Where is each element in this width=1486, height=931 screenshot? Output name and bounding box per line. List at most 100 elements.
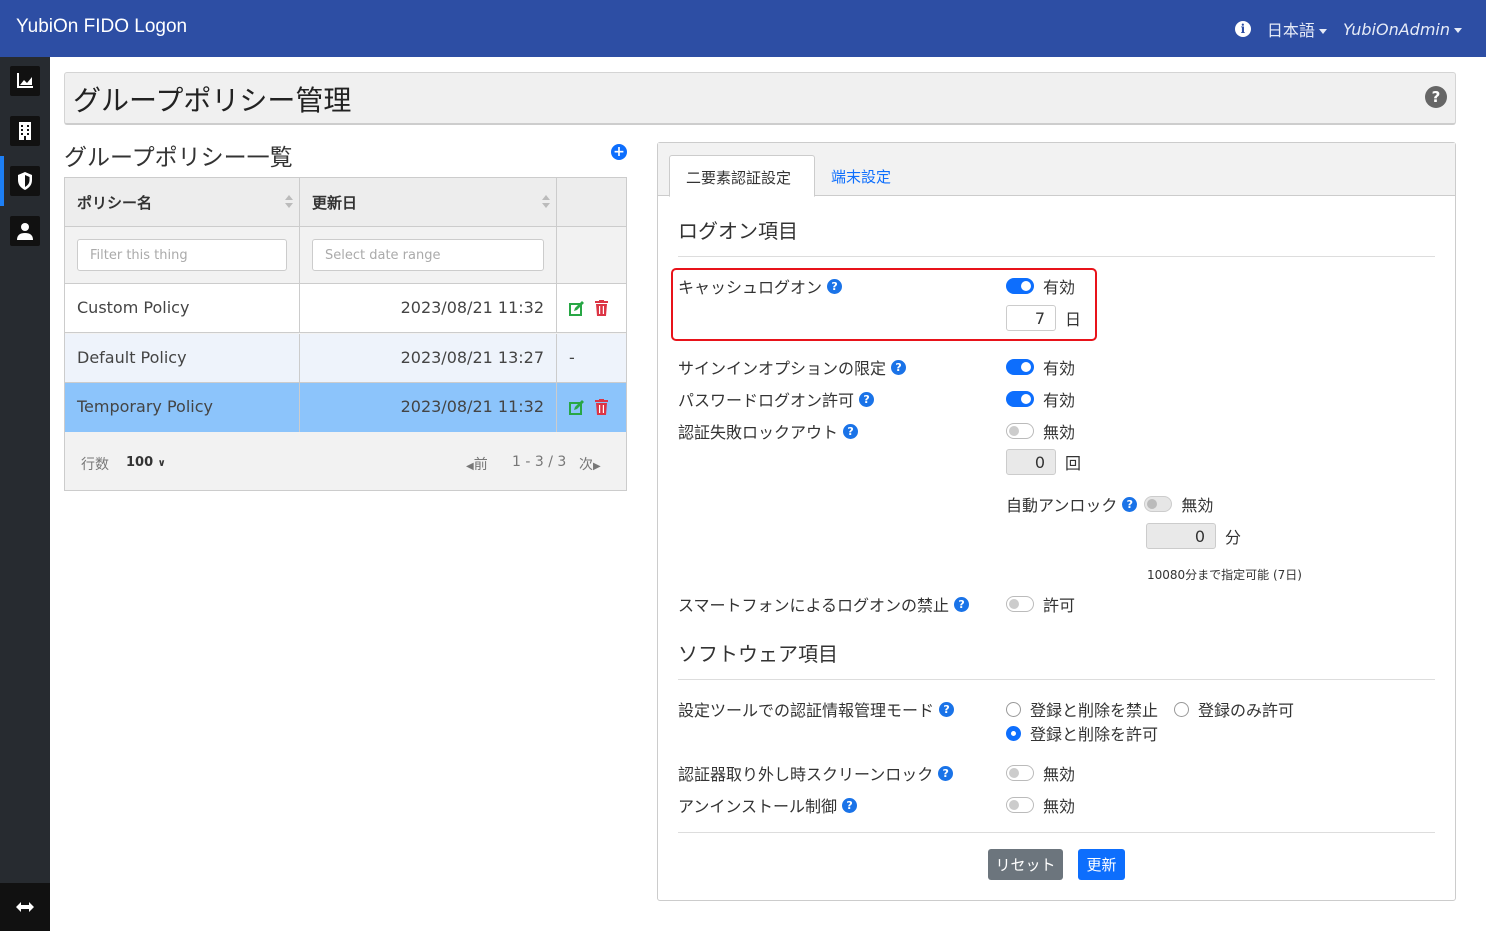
- column-header-name[interactable]: ポリシー名: [65, 178, 300, 227]
- screen-lock-toggle[interactable]: 無効: [1006, 761, 1075, 785]
- lockout-count-input[interactable]: 0: [1006, 449, 1056, 475]
- update-button[interactable]: 更新: [1078, 849, 1125, 880]
- toggle-switch[interactable]: [1006, 797, 1034, 813]
- toggle-switch[interactable]: [1006, 359, 1034, 375]
- sidebar-item-users[interactable]: [10, 216, 40, 246]
- info-icon[interactable]: i: [1234, 21, 1251, 37]
- radio-button[interactable]: [1006, 701, 1021, 717]
- cache-logon-toggle[interactable]: 有効: [1006, 274, 1075, 298]
- edit-icon[interactable]: [569, 400, 584, 415]
- cache-days-field: 7日: [1006, 305, 1081, 331]
- radio-option-selected[interactable]: 登録と削除を許可: [1006, 721, 1158, 745]
- help-icon[interactable]: ?: [938, 765, 954, 781]
- radio-option[interactable]: 登録のみ許可: [1174, 697, 1294, 721]
- tab-bar: 二要素認証設定 端末設定: [658, 143, 1455, 197]
- toggle-state: 無効: [1043, 765, 1076, 784]
- toggle-state: 無効: [1043, 423, 1076, 442]
- cred-mode-label: 設定ツールでの認証情報管理モード?: [678, 697, 955, 721]
- toggle-state: 無効: [1181, 496, 1214, 515]
- prev-page-label: 前: [473, 457, 488, 473]
- expand-arrows-icon: [16, 902, 34, 912]
- smartphone-label: スマートフォンによるログオンの禁止?: [678, 592, 970, 616]
- toggle-state: 無効: [1043, 797, 1076, 816]
- help-icon[interactable]: ?: [1122, 496, 1138, 512]
- radio-button[interactable]: [1174, 701, 1189, 717]
- auto-unlock-minutes-input[interactable]: 0: [1146, 523, 1216, 549]
- signin-option-toggle[interactable]: 有効: [1006, 355, 1075, 379]
- password-logon-label-text: パスワードログオン許可: [678, 391, 855, 410]
- prev-page-button[interactable]: ◀前: [466, 454, 488, 474]
- reset-button[interactable]: リセット: [988, 849, 1063, 880]
- auto-unlock-toggle[interactable]: [1144, 496, 1173, 512]
- chevron-down-icon: [1454, 27, 1462, 33]
- date-range-input[interactable]: [312, 239, 544, 271]
- chart-icon: [17, 73, 33, 88]
- help-icon[interactable]: ?: [827, 278, 843, 294]
- password-logon-toggle[interactable]: 有効: [1006, 387, 1075, 411]
- table-row[interactable]: Default Policy 2023/08/21 13:27 -: [65, 334, 626, 383]
- sidebar-item-group-policy[interactable]: [10, 166, 40, 196]
- next-page-button[interactable]: 次▶: [579, 454, 601, 474]
- table-row[interactable]: Custom Policy 2023/08/21 11:32: [65, 284, 626, 333]
- name-filter-input[interactable]: [77, 239, 287, 271]
- table-footer: 行数 100 ∨ ◀前 1 - 3 / 3 次▶: [65, 434, 626, 490]
- policy-updated: 2023/08/21 11:32: [300, 383, 557, 432]
- toggle-switch[interactable]: [1006, 391, 1034, 407]
- delete-icon[interactable]: [595, 399, 608, 415]
- sidebar-item-dashboard[interactable]: [10, 66, 40, 96]
- help-icon[interactable]: ?: [891, 359, 907, 375]
- sidebar-item-organization[interactable]: [10, 116, 40, 146]
- user-dropdown[interactable]: YubiOnAdmin: [1343, 20, 1462, 39]
- help-icon[interactable]: ?: [954, 596, 970, 612]
- auto-unlock-hint: 10080分まで指定可能 (7日): [1147, 568, 1302, 582]
- column-header-updated[interactable]: 更新日: [300, 178, 557, 227]
- sidebar-toggle[interactable]: [0, 883, 50, 931]
- policy-table: ポリシー名 更新日 Custom Policy 2023/08/21 11:32…: [64, 177, 627, 491]
- radio-label: 登録のみ許可: [1198, 701, 1295, 720]
- row-actions: -: [569, 348, 575, 367]
- toggle-state: 有効: [1043, 278, 1076, 297]
- toggle-switch[interactable]: [1006, 765, 1034, 781]
- section-logon-title: ログオン項目: [678, 219, 798, 243]
- toggle-switch[interactable]: [1006, 596, 1034, 612]
- toggle-state: 許可: [1043, 596, 1076, 615]
- smartphone-toggle[interactable]: 許可: [1006, 592, 1075, 616]
- language-dropdown[interactable]: 日本語: [1267, 17, 1327, 41]
- help-icon[interactable]: ?: [859, 391, 875, 407]
- column-header-updated-label: 更新日: [312, 194, 358, 212]
- tab-device[interactable]: 端末設定: [831, 166, 891, 187]
- help-icon[interactable]: ?: [939, 701, 955, 717]
- policy-name: Default Policy: [65, 334, 300, 383]
- radio-label: 登録と削除を許可: [1030, 725, 1159, 744]
- rows-per-page-select[interactable]: 100 ∨: [126, 455, 166, 470]
- uninstall-toggle[interactable]: 無効: [1006, 793, 1075, 817]
- toggle-switch[interactable]: [1006, 278, 1034, 294]
- column-header-name-label: ポリシー名: [77, 194, 153, 212]
- cache-days-input[interactable]: 7: [1006, 305, 1056, 331]
- lockout-toggle[interactable]: 無効: [1006, 419, 1075, 443]
- delete-icon[interactable]: [595, 300, 608, 316]
- signin-option-label-text: サインインオプションの限定: [678, 359, 887, 378]
- app-title[interactable]: YubiOn FIDO Logon: [16, 16, 187, 38]
- radio-option[interactable]: 登録と削除を禁止: [1006, 697, 1158, 721]
- edit-icon[interactable]: [569, 301, 584, 316]
- add-policy-icon[interactable]: +: [611, 144, 627, 160]
- help-icon[interactable]: ?: [1425, 86, 1447, 108]
- toggle-switch[interactable]: [1006, 423, 1034, 439]
- sidebar: [0, 57, 50, 931]
- help-icon[interactable]: ?: [843, 423, 859, 439]
- help-icon[interactable]: ?: [842, 797, 858, 813]
- tab-two-factor[interactable]: 二要素認証設定: [669, 155, 815, 197]
- action-filter-cell: [557, 227, 626, 284]
- screen-lock-label: 認証器取り外し時スクリーンロック?: [678, 761, 954, 785]
- sidebar-active-indicator: [0, 156, 4, 206]
- rows-per-page-label: 行数: [81, 457, 109, 473]
- rows-per-page-value: 100: [126, 455, 154, 470]
- radio-button[interactable]: [1006, 725, 1021, 741]
- page-header: グループポリシー管理 ?: [64, 72, 1456, 125]
- caret-left-icon: ◀: [466, 461, 474, 472]
- table-row-selected[interactable]: Temporary Policy 2023/08/21 11:32: [65, 383, 626, 432]
- divider: [678, 256, 1435, 257]
- sort-icon: [542, 195, 550, 209]
- building-icon: [19, 122, 31, 140]
